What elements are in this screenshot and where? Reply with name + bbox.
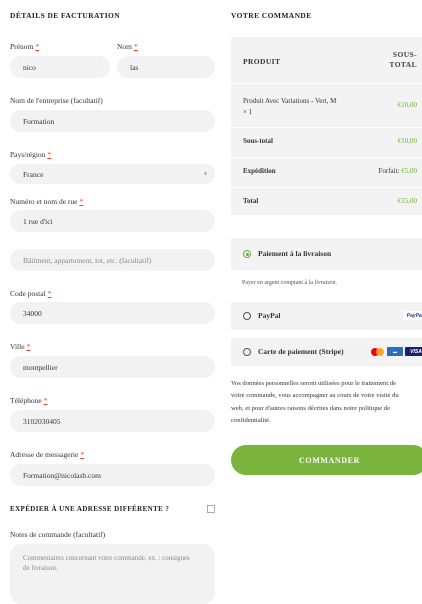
notes-label: Notes de commande (facultatif) (10, 530, 106, 539)
postcode-label: Code postal * (10, 289, 52, 298)
billing-title: DÉTAILS DE FACTURATION (10, 11, 121, 20)
email-label: Adresse de messagerie * (10, 450, 85, 459)
notes-textarea[interactable]: Commentaires concernant votre commande, … (10, 544, 215, 604)
total-label: Total (243, 197, 259, 205)
shipping-value: Forfait: €5,00 (378, 167, 418, 175)
prenom-input[interactable]: nico (10, 56, 110, 78)
phone-input[interactable]: 3102030405 (10, 410, 215, 432)
subtotal-value: €10,00 (397, 137, 417, 145)
total-value: €15,00 (397, 197, 417, 205)
city-label: Ville * (10, 342, 31, 351)
email-input[interactable]: Formation@nicolasb.com (10, 464, 215, 486)
paypal-radio[interactable] (243, 312, 251, 320)
payment-stripe[interactable]: Carte de paiement (Stripe) ▬ VISA (231, 338, 422, 366)
nom-input[interactable]: las (117, 56, 215, 78)
place-order-button[interactable]: COMMANDER (231, 445, 422, 475)
ship-different-checkbox[interactable] (207, 505, 215, 513)
cod-description: Payer en argent comptant à la livraison. (242, 280, 338, 286)
notes-placeholder-2: de livraison. (23, 564, 58, 572)
chevron-down-icon: ▾ (203, 171, 207, 178)
postcode-input[interactable]: 34000 (10, 302, 215, 324)
nom-label: Nom * (117, 42, 138, 51)
visa-icon: VISA (405, 347, 422, 356)
country-select[interactable]: France ▾ (10, 164, 215, 184)
street-label: Numéro et nom de rue * (10, 197, 84, 206)
order-item: Produit Avec Variations - Vert, M × 1 (243, 97, 337, 116)
paypal-label: PayPal (258, 311, 281, 320)
payment-paypal[interactable]: PayPal PayPal (231, 302, 422, 330)
mastercard-icon (370, 347, 386, 357)
prenom-label: Prénom * (10, 42, 40, 51)
stripe-label: Carte de paiement (Stripe) (258, 347, 344, 356)
street2-input[interactable]: Bâtiment, appartement, lot, etc. (facult… (10, 249, 215, 271)
payment-cod[interactable]: Paiement à la livraison (231, 238, 422, 270)
company-label: Nom de l'entreprise (facultatif) (10, 96, 103, 105)
privacy-text: Vos données personnelles seront utilisée… (231, 380, 399, 424)
street-input[interactable]: 1 rue d'ici (10, 210, 215, 232)
company-input[interactable]: Formation (10, 110, 215, 132)
cod-radio[interactable] (243, 250, 251, 258)
order-item-total: €10,00 (397, 101, 417, 109)
stripe-radio[interactable] (243, 348, 251, 356)
notes-placeholder-1: Commentaires concernant votre commande, … (23, 554, 190, 562)
order-title: VOTRE COMMANDE (231, 11, 312, 20)
phone-label: Téléphone * (10, 396, 48, 405)
paypal-logo-icon: PayPal (403, 311, 422, 320)
city-input[interactable]: montpellier (10, 356, 215, 378)
cod-label: Paiement à la livraison (258, 249, 332, 258)
ship-different-label: EXPÉDIER À UNE ADRESSE DIFFÉRENTE ? (10, 505, 170, 513)
country-label: Pays/région * (10, 150, 52, 159)
amex-icon: ▬ (387, 347, 403, 356)
subtotal-label: Sous-total (243, 137, 273, 145)
col-subtotal-header: SOUS- TOTAL (389, 50, 417, 69)
order-review-table: PRODUIT SOUS- TOTAL Produit Avec Variatio… (231, 37, 422, 215)
